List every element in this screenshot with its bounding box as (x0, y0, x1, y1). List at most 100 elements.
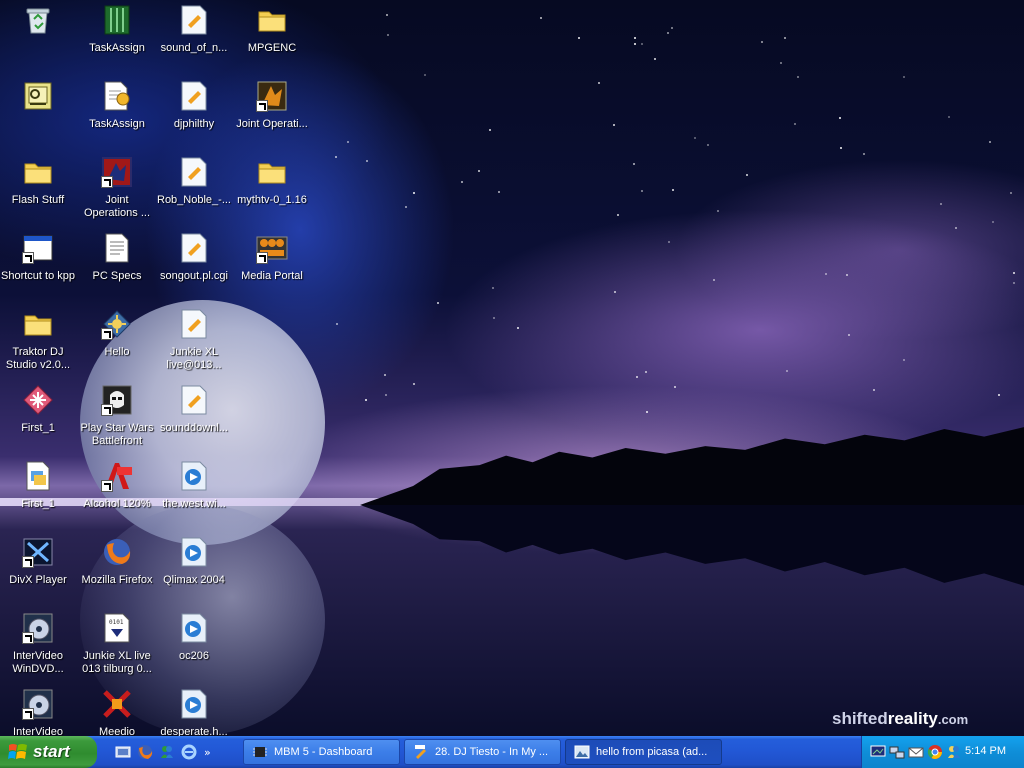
desktop[interactable]: Flash Stuff Shortcut to kpp Traktor DJ S… (0, 0, 1024, 736)
desktop-icon-app[interactable] (0, 80, 76, 118)
clock[interactable]: 5:14 PM (965, 745, 1006, 757)
desktop-icon-star-wars[interactable]: Play Star Wars Battlefront (79, 384, 155, 448)
desktop-icon-intervideo[interactable]: InterVideo (0, 688, 76, 736)
desktop-icon-divx[interactable]: DivX Player (0, 536, 76, 587)
star (334, 156, 337, 159)
taskbar-button-label: hello from picasa (ad... (596, 746, 708, 758)
shortcut-arrow-icon (256, 252, 268, 264)
game-icon (256, 80, 288, 112)
ie-icon[interactable] (180, 743, 198, 761)
star (335, 322, 338, 325)
star (460, 181, 463, 184)
start-button[interactable]: start (0, 736, 97, 768)
desktop-icon-recycle-bin[interactable] (0, 4, 76, 42)
desktop-icon-flash-stuff[interactable]: Flash Stuff (0, 156, 76, 207)
desktop-icon-taskassign-app[interactable]: TaskAssign (79, 4, 155, 55)
firefox-icon (101, 536, 133, 568)
folder-icon (256, 4, 288, 36)
star (873, 389, 876, 392)
desktop-icon-oc206[interactable]: oc206 (156, 612, 232, 663)
desktop-icon-media-portal[interactable]: Media Portal (234, 232, 310, 283)
star (516, 326, 519, 329)
desktop-icon-mythtv[interactable]: mythtv-0_1.16 (234, 156, 310, 207)
icon-label: DivX Player (9, 574, 67, 586)
star (641, 189, 643, 192)
shortcut-arrow-icon (101, 480, 113, 492)
shortcut-arrow-icon (101, 404, 113, 416)
icon-label: sounddownl... (160, 422, 228, 434)
alcohol-icon (101, 460, 133, 492)
dvd-icon (22, 688, 54, 720)
quick-launch-more[interactable]: » (204, 746, 211, 759)
shortcut-arrow-icon (101, 176, 113, 188)
star (1013, 281, 1016, 284)
shortcut-arrow-icon (22, 632, 34, 644)
watermark-part3: .com (937, 712, 969, 727)
desktop-icon-first1[interactable]: First_1 (0, 384, 76, 435)
treeline-reflection (360, 505, 1024, 586)
desktop-icon-first1-doc[interactable]: First_1 (0, 460, 76, 511)
star (598, 82, 601, 85)
star (644, 371, 647, 374)
media-player-icon (178, 536, 210, 568)
taskbar-button-dj-tiesto[interactable]: 28. DJ Tiesto - In My ... (404, 739, 561, 765)
desktop-icon-songout[interactable]: songout.pl.cgi (156, 232, 232, 283)
show-desktop-icon[interactable] (114, 743, 132, 761)
star (1013, 271, 1016, 274)
shortcut-arrow-icon (101, 328, 113, 340)
desktop-icon-sounddownl[interactable]: sounddownl... (156, 384, 232, 435)
desktop-icon-junkie-xl-file[interactable]: 0101 Junkie XL live 013 tilburg 0... (79, 612, 155, 676)
desktop-icon-hello[interactable]: Hello (79, 308, 155, 359)
desktop-icon-junkie-xl-live[interactable]: Junkie XL live@013... (156, 308, 232, 372)
desktop-icon-qlimax[interactable]: Qlimax 2004 (156, 536, 232, 587)
media-file-icon (415, 745, 426, 759)
taskbar-button-picasa[interactable]: hello from picasa (ad... (565, 739, 722, 765)
star (614, 290, 617, 293)
taskbar-button-mbm5[interactable]: MBM 5 - Dashboard (243, 739, 400, 765)
desktop-icon-the-west-wi[interactable]: the.west.wi... (156, 460, 232, 511)
network-icon[interactable] (889, 744, 905, 760)
desktop-icon-meedio[interactable]: Meedio (79, 688, 155, 736)
app-icon (101, 688, 133, 720)
desktop-icon-djphilthy[interactable]: djphilthy (156, 80, 232, 131)
desktop-icon-sound-of-n[interactable]: sound_of_n... (156, 4, 232, 55)
desktop-icon-windvd[interactable]: InterVideo WinDVD... (0, 612, 76, 676)
desktop-icon-traktor[interactable]: Traktor DJ Studio v2.0... (0, 308, 76, 372)
star (666, 31, 669, 34)
star (838, 117, 841, 120)
desktop-icon-pc-specs[interactable]: PC Specs (79, 232, 155, 283)
icon-label: InterVideo WinDVD... (12, 650, 64, 675)
star (488, 129, 491, 132)
document-icon (101, 80, 133, 112)
desktop-icon-alcohol[interactable]: Alcohol 120% (79, 460, 155, 511)
icon-label: mythtv-0_1.16 (237, 194, 307, 206)
desktop-icon-joint-ops[interactable]: Joint Operations ... (79, 156, 155, 220)
media-file-icon (178, 4, 210, 36)
star (903, 75, 906, 78)
icon-label: TaskAssign (89, 42, 145, 54)
desktop-icon-rob-noble[interactable]: Rob_Noble_-... (156, 156, 232, 207)
messenger-icon[interactable] (946, 744, 962, 760)
star (346, 140, 349, 143)
messenger-icon[interactable] (158, 743, 176, 761)
quick-launch: » (114, 742, 211, 762)
media-file-icon (178, 80, 210, 112)
firefox-icon[interactable] (136, 743, 154, 761)
shortcut-arrow-icon (22, 708, 34, 720)
text-file-icon (101, 232, 133, 264)
monitor-icon[interactable] (870, 744, 886, 760)
chrome-icon[interactable] (927, 744, 943, 760)
desktop-icon-desperate[interactable]: desperate.h... (156, 688, 232, 736)
icon-label: Meedio (98, 726, 136, 736)
folder-icon (22, 308, 54, 340)
desktop-icon-joint-operati[interactable]: Joint Operati... (234, 80, 310, 131)
desktop-icon-mpgenc[interactable]: MPGENC (234, 4, 310, 55)
star (577, 37, 580, 40)
desktop-icon-taskassign-doc[interactable]: TaskAssign (79, 80, 155, 131)
desktop-icon-firefox[interactable]: Mozilla Firefox (79, 536, 155, 587)
desktop-icon-shortcut-kpp[interactable]: Shortcut to kpp (0, 232, 76, 283)
app-icon (22, 80, 54, 112)
star (640, 42, 643, 45)
mail-icon[interactable] (908, 744, 924, 760)
media-file-icon (178, 156, 210, 188)
